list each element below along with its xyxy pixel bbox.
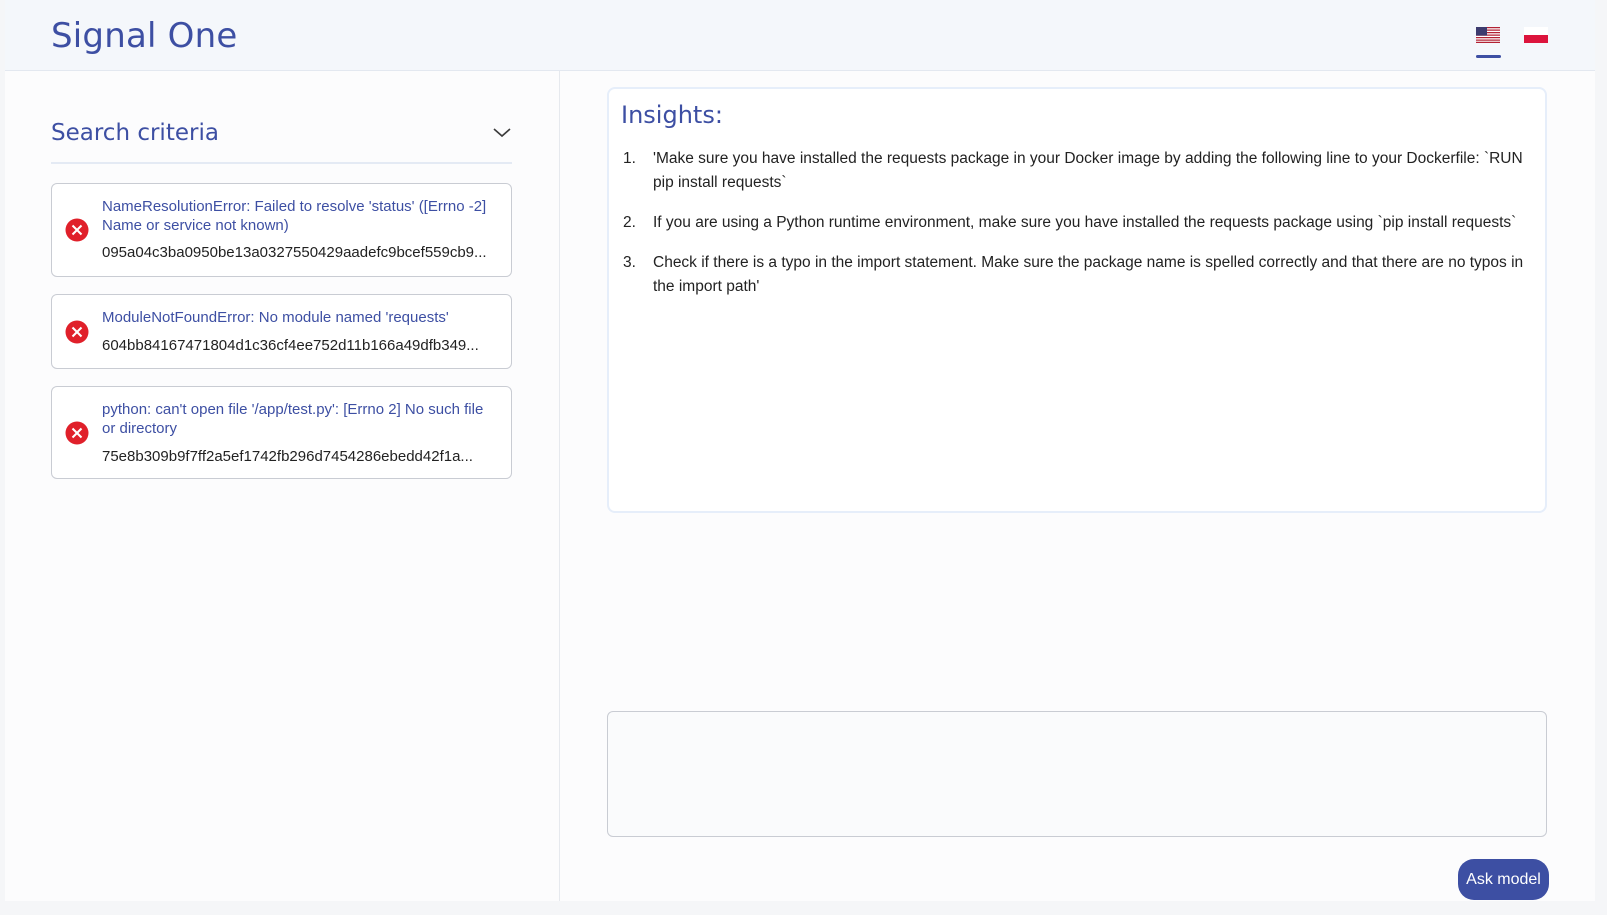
- insights-list: 1. 'Make sure you have installed the req…: [623, 147, 1533, 315]
- search-criteria-label: Search criteria: [51, 120, 219, 146]
- ask-model-button[interactable]: Ask model: [1458, 859, 1549, 900]
- insight-number: 3.: [623, 254, 636, 271]
- active-language-indicator: [1476, 55, 1501, 58]
- page-gutter-bottom: [0, 901, 1607, 915]
- pl-flag-icon[interactable]: [1524, 27, 1548, 43]
- header: Signal One: [5, 0, 1595, 71]
- search-criteria-toggle[interactable]: Search criteria: [51, 120, 512, 164]
- insight-number: 2.: [623, 214, 636, 231]
- issue-card[interactable]: python: can't open file '/app/test.py': …: [51, 386, 512, 479]
- page-gutter-right: [1596, 0, 1607, 915]
- insight-text: 'Make sure you have installed the reques…: [653, 150, 1523, 191]
- issue-card[interactable]: NameResolutionError: Failed to resolve '…: [51, 183, 512, 277]
- issue-title: NameResolutionError: Failed to resolve '…: [102, 198, 487, 234]
- insight-number: 1.: [623, 150, 636, 167]
- app-root: Signal One Search criteria NameResolutio…: [5, 0, 1595, 901]
- issue-hash: 095a04c3ba0950be13a0327550429aadefc9bcef…: [102, 244, 487, 261]
- us-flag-icon[interactable]: [1476, 27, 1500, 43]
- error-icon: [65, 421, 89, 444]
- error-icon: [65, 218, 89, 242]
- issue-title: ModuleNotFoundError: No module named 're…: [102, 309, 449, 326]
- insight-item: 3. Check if there is a typo in the impor…: [623, 251, 1533, 299]
- issue-card[interactable]: ModuleNotFoundError: No module named 're…: [51, 294, 512, 369]
- issue-hash: 75e8b309b9f7ff2a5ef1742fb296d7454286ebed…: [102, 448, 473, 465]
- brand-logo[interactable]: Signal One: [51, 16, 237, 56]
- main-panel: Insights: 1. 'Make sure you have install…: [560, 71, 1595, 901]
- insights-panel: Insights: 1. 'Make sure you have install…: [607, 87, 1547, 513]
- prompt-input[interactable]: [607, 711, 1547, 837]
- insight-item: 2. If you are using a Python runtime env…: [623, 211, 1533, 235]
- issue-title: python: can't open file '/app/test.py': …: [102, 401, 484, 437]
- insight-text: Check if there is a typo in the import s…: [653, 254, 1524, 295]
- chevron-down-icon[interactable]: [492, 124, 512, 140]
- sidebar: Search criteria NameResolutionError: Fai…: [5, 71, 560, 901]
- error-icon: [65, 320, 89, 343]
- insights-title: Insights:: [621, 101, 723, 129]
- insight-text: If you are using a Python runtime enviro…: [653, 214, 1517, 231]
- insight-item: 1. 'Make sure you have installed the req…: [623, 147, 1533, 195]
- issue-hash: 604bb84167471804d1c36cf4ee752d11b166a49d…: [102, 337, 479, 354]
